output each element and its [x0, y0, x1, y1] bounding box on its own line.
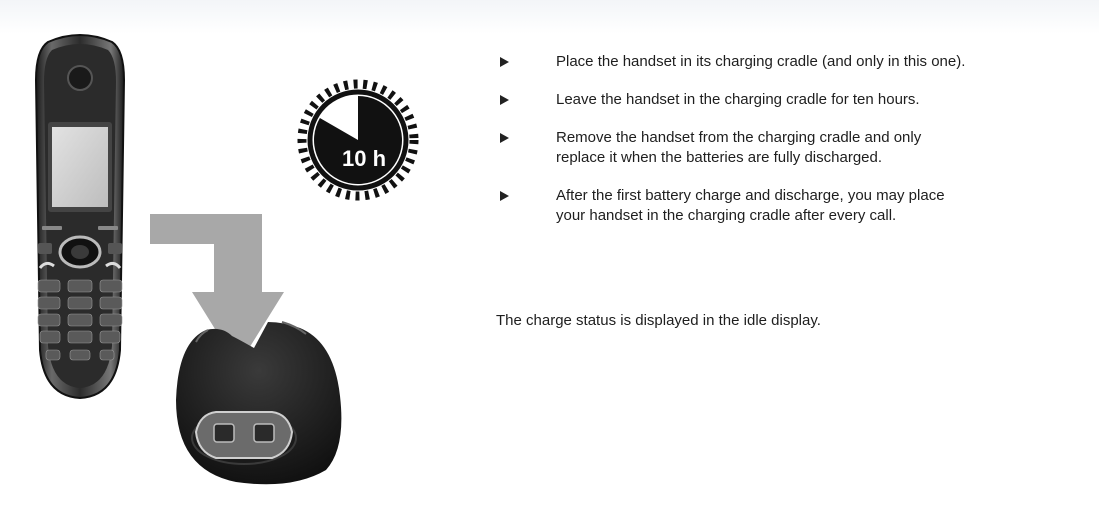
bullet-arrow-icon — [500, 95, 509, 105]
step-text: Place the handset in its charging cradle… — [556, 53, 966, 70]
bullet-arrow-icon — [500, 191, 509, 201]
step-2: Leave the handset in the charging cradle… — [496, 90, 1086, 110]
handset-icon — [34, 34, 126, 400]
charging-cradle-icon — [176, 321, 342, 485]
step-text: Leave the handset in the charging cradle… — [556, 91, 920, 108]
step-4: After the first battery charge and disch… — [496, 186, 1086, 226]
charge-status-note: The charge status is displayed in the id… — [496, 312, 821, 329]
step-3: Remove the handset from the charging cra… — [496, 128, 1086, 168]
bullet-arrow-icon — [500, 57, 509, 67]
step-text: Remove the handset from the charging cra… — [556, 129, 922, 166]
charging-illustration: 10 h — [34, 34, 422, 485]
timer-icon: 10 h — [294, 76, 422, 204]
step-text: After the first battery charge and disch… — [556, 187, 945, 224]
bullet-arrow-icon — [500, 133, 509, 143]
instruction-steps: Place the handset in its charging cradle… — [496, 52, 1086, 244]
instruction-page: 10 h Place the handset in its charging c… — [0, 0, 1099, 512]
timer-label: 10 h — [342, 146, 386, 171]
step-1: Place the handset in its charging cradle… — [496, 52, 1086, 72]
